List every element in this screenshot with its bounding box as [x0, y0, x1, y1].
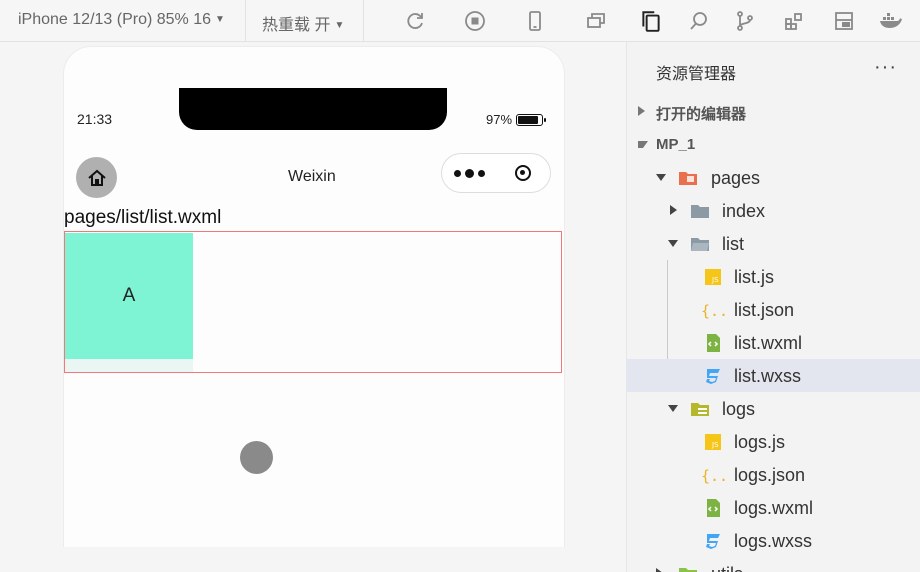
open-editors-label: 打开的编辑器	[656, 106, 747, 123]
toolbar-divider	[363, 0, 364, 42]
chevron-right-icon	[656, 568, 663, 572]
tree-file-list-wxss[interactable]: list.wxss	[626, 359, 920, 392]
phone-icon[interactable]	[522, 8, 548, 34]
device-selector-label: iPhone 12/13 (Pro) 85% 16	[18, 11, 212, 28]
device-selector[interactable]: iPhone 12/13 (Pro) 85% 16 ▼	[18, 11, 225, 29]
chevron-down-icon	[656, 174, 666, 181]
battery-indicator: 97%	[486, 112, 547, 127]
chevron-down-icon	[668, 240, 678, 247]
tree-item-label: logs	[722, 399, 756, 419]
status-time: 21:33	[77, 111, 113, 127]
more-button[interactable]	[442, 153, 496, 193]
folder-icon	[691, 205, 709, 218]
home-button[interactable]	[76, 157, 117, 198]
folder-icon	[679, 568, 697, 572]
tree-item-label: index	[722, 201, 766, 221]
tree-item-label: utils	[711, 564, 743, 572]
touch-cursor	[240, 441, 273, 474]
chevron-right-icon	[670, 205, 677, 215]
explorer-title: 资源管理器	[656, 66, 737, 83]
menu-capsule	[441, 153, 551, 193]
nav-title: Weixin	[288, 168, 336, 185]
tree-file-list-js[interactable]: JS list.js	[626, 260, 920, 293]
folder-open-icon	[691, 403, 709, 416]
chevron-right-icon	[638, 106, 645, 116]
layout-icon[interactable]	[831, 8, 857, 34]
tree-folder-pages[interactable]: pages	[626, 161, 920, 194]
tree-item-label: logs.wxss	[734, 531, 813, 551]
stop-icon[interactable]	[462, 8, 488, 34]
svg-text:JS: JS	[711, 276, 719, 284]
home-icon	[87, 169, 106, 186]
tree-folder-list[interactable]: list	[626, 227, 920, 260]
tree-folder-logs[interactable]: logs	[626, 392, 920, 425]
tree-item-label: logs.js	[734, 432, 786, 452]
item-box-label: A	[122, 285, 136, 306]
tree-item-label: list.wxss	[734, 366, 801, 386]
svg-text:JS: JS	[711, 441, 719, 449]
json-file-icon: {..}	[701, 302, 725, 320]
hot-reload-toggle[interactable]: 热重载 开 ▼	[262, 11, 344, 35]
record-icon	[515, 165, 531, 181]
wxss-file-icon	[706, 369, 720, 384]
tree-file-logs-wxss[interactable]: logs.wxss	[626, 524, 920, 557]
wxss-file-icon	[706, 534, 720, 549]
chevron-down-icon	[668, 405, 678, 412]
item-box[interactable]: A	[65, 233, 193, 359]
open-editors-section[interactable]: 打开的编辑器	[626, 95, 920, 128]
battery-percent: 97%	[486, 112, 513, 127]
project-label: MP_1	[656, 136, 696, 153]
refresh-icon[interactable]	[402, 8, 428, 34]
wxml-file-icon	[707, 499, 720, 517]
js-file-icon: JS	[705, 269, 721, 285]
extensions-icon[interactable]	[781, 8, 807, 34]
item-box-margin	[65, 359, 193, 372]
hot-reload-label: 热重载 开	[262, 17, 331, 34]
folder-open-icon	[679, 172, 697, 185]
tree-item-label: list	[722, 234, 744, 254]
copy-icon[interactable]	[638, 8, 664, 34]
tree-file-list-wxml[interactable]: list.wxml	[626, 326, 920, 359]
tree-folder-index[interactable]: index	[626, 194, 920, 227]
more-dots-icon	[453, 169, 461, 177]
docker-icon[interactable]	[877, 8, 903, 34]
close-miniprogram-button[interactable]	[496, 153, 550, 193]
search-icon[interactable]	[686, 8, 712, 34]
wxml-file-icon	[707, 334, 720, 352]
tree-item-label: list.wxml	[734, 333, 802, 353]
chevron-down-icon: ▼	[334, 20, 345, 31]
battery-icon	[516, 113, 547, 126]
toolbar-divider	[245, 0, 246, 42]
tree-item-label: logs.wxml	[734, 498, 814, 518]
tree-file-logs-json[interactable]: {..} logs.json	[626, 458, 920, 491]
tree-item-label: list.js	[734, 267, 774, 287]
folder-open-icon	[691, 238, 709, 251]
tree-file-list-json[interactable]: {..} list.json	[626, 293, 920, 326]
branch-icon[interactable]	[732, 8, 758, 34]
chevron-down-icon	[638, 141, 648, 148]
js-file-icon: JS	[705, 434, 721, 450]
tree-file-logs-js[interactable]: JS logs.js	[626, 425, 920, 458]
toolbar: iPhone 12/13 (Pro) 85% 16 ▼ 热重载 开 ▼	[0, 0, 920, 42]
phone-notch	[179, 88, 447, 130]
chevron-down-icon: ▼	[215, 14, 225, 25]
more-icon[interactable]: ···	[874, 56, 897, 79]
tree-item-label: list.json	[734, 300, 795, 320]
project-section[interactable]: MP_1	[626, 128, 920, 161]
svg-text:{..}: {..}	[701, 467, 725, 485]
tree-item-label: pages	[711, 168, 761, 188]
tree-folder-utils[interactable]: utils	[626, 557, 920, 572]
svg-text:{..}: {..}	[701, 302, 725, 320]
tree-file-logs-wxml[interactable]: logs.wxml	[626, 491, 920, 524]
window-icon[interactable]	[583, 8, 609, 34]
tree-item-label: logs.json	[734, 465, 806, 485]
json-file-icon: {..}	[701, 467, 725, 485]
page-path-text: pages/list/list.wxml	[64, 207, 222, 228]
